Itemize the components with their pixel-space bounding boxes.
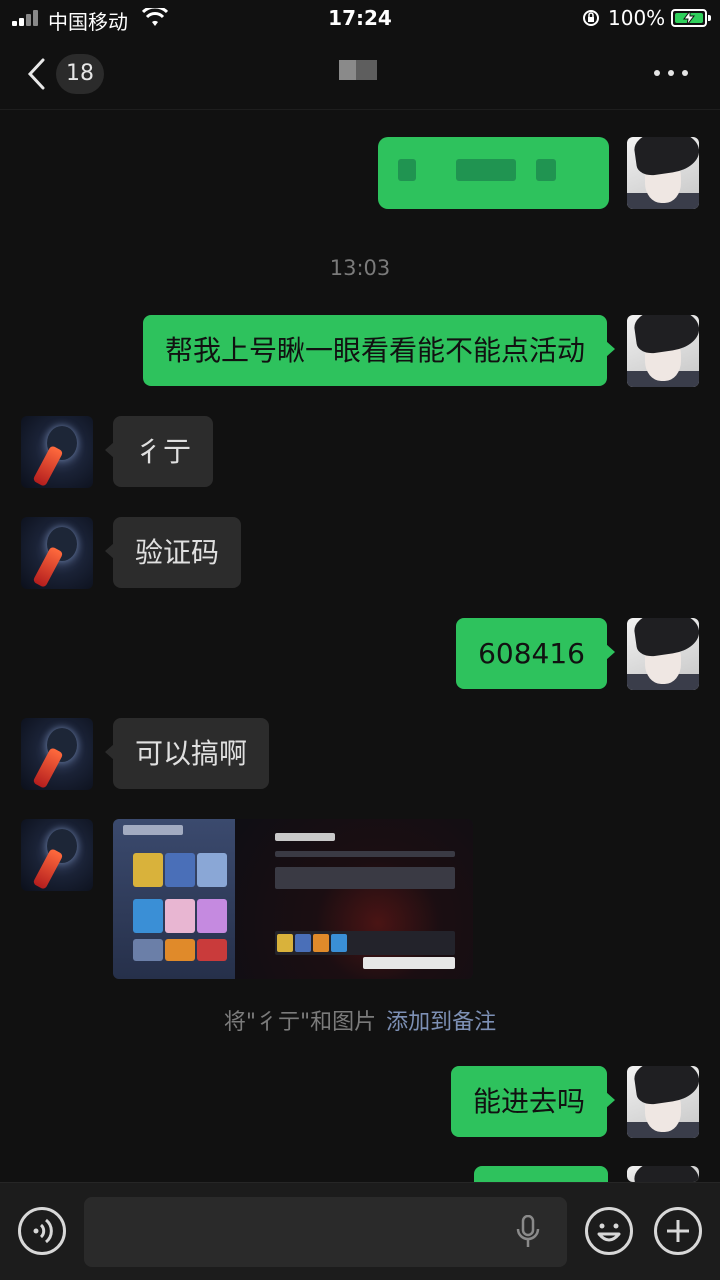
contact-message-bubble[interactable]: 彳亍 xyxy=(104,416,214,487)
emoji-icon[interactable] xyxy=(585,1207,633,1255)
contact-avatar[interactable] xyxy=(21,718,93,790)
my-avatar[interactable] xyxy=(627,1066,699,1138)
add-remark-link[interactable]: 添加到备注 xyxy=(386,1010,496,1035)
my-message-bubble[interactable]: 帮我上号瞅一眼看看能不能点活动 xyxy=(142,315,616,386)
battery-charging-icon xyxy=(671,9,711,27)
blurred-message-bubble[interactable] xyxy=(378,137,609,209)
contact-avatar[interactable] xyxy=(21,517,93,589)
contact-message-bubble[interactable]: 可以搞啊 xyxy=(104,718,270,789)
my-avatar[interactable] xyxy=(627,137,699,209)
my-message-bubble[interactable]: 能进去吗 xyxy=(450,1066,616,1137)
partial-message-bubble xyxy=(474,1166,608,1182)
message-timestamp: 13:03 xyxy=(329,256,391,280)
notice-text: 将"彳亍"和图片 xyxy=(223,1010,377,1035)
voice-icon[interactable] xyxy=(18,1207,66,1255)
input-bar xyxy=(0,1182,720,1280)
my-avatar[interactable] xyxy=(627,315,699,387)
more-dots-icon[interactable] xyxy=(654,70,688,78)
my-message-bubble[interactable]: 608416 xyxy=(456,618,615,689)
game-screenshot-image[interactable] xyxy=(113,819,473,979)
plus-icon[interactable] xyxy=(654,1207,702,1255)
mic-icon[interactable] xyxy=(514,1215,542,1249)
orientation-lock-icon xyxy=(583,10,599,26)
my-avatar xyxy=(627,1166,699,1182)
contact-avatar[interactable] xyxy=(21,416,93,488)
chat-header: 18 xyxy=(0,36,720,110)
contact-avatar[interactable] xyxy=(21,819,93,891)
status-bar: 中国移动 17:24 100% xyxy=(0,0,720,36)
unread-count-badge[interactable]: 18 xyxy=(56,54,104,94)
add-remark-notice: 将"彳亍"和图片 添加到备注 xyxy=(0,1004,720,1036)
chat-title-blurred xyxy=(339,60,377,80)
contact-message-bubble[interactable]: 验证码 xyxy=(104,517,242,588)
message-input[interactable] xyxy=(84,1197,567,1267)
my-avatar[interactable] xyxy=(627,618,699,690)
back-chevron-icon[interactable] xyxy=(26,58,46,90)
battery-percent: 100% xyxy=(608,6,666,30)
